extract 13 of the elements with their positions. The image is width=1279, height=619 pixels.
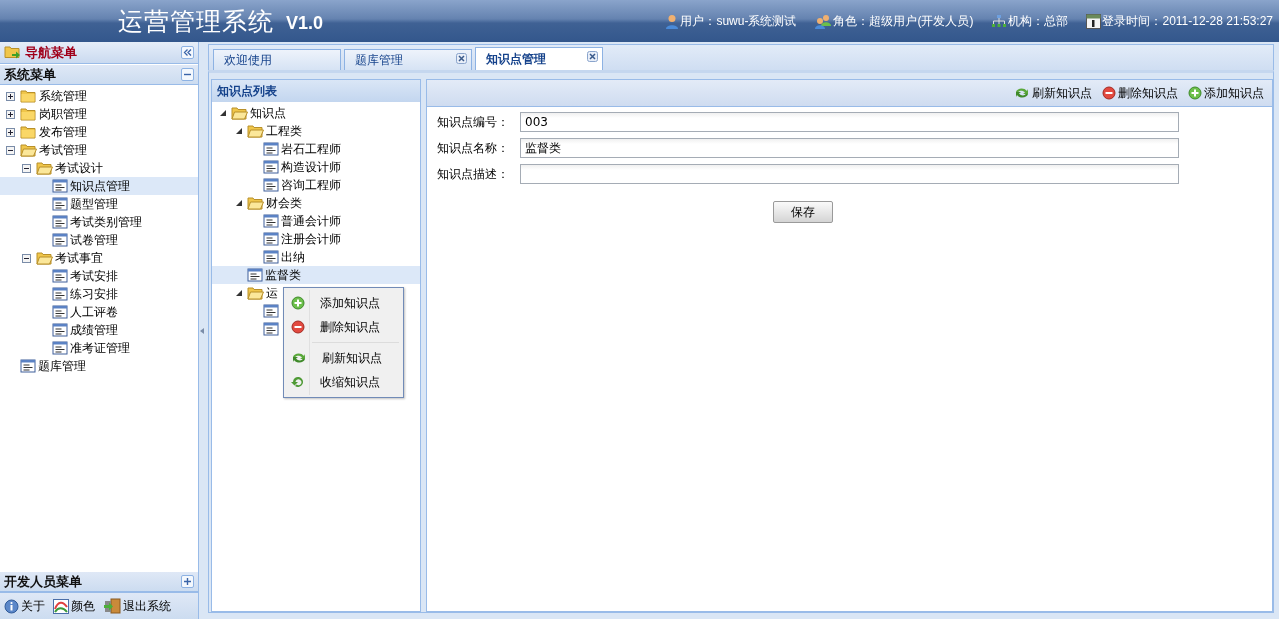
app-title: 运营管理系统	[118, 5, 274, 38]
section-title: 开发人员菜单	[4, 572, 82, 591]
app-version: V1.0	[286, 13, 324, 34]
field-label: 知识点编号：	[437, 113, 510, 131]
header-info: 登录时间：2011-12-28 21:53:27	[1102, 12, 1273, 30]
header-info: 机构：总部	[1008, 12, 1069, 30]
header-info: 用户：suwu-系统测试	[680, 12, 797, 30]
header-info: 角色：超级用户(开发人员)	[833, 12, 974, 30]
panel-title: 导航菜单	[25, 43, 77, 62]
field-label: 知识点名称：	[437, 139, 510, 157]
panel-title: 知识点列表	[217, 82, 277, 100]
section-title: 系统菜单	[4, 65, 56, 84]
field-label: 知识点描述：	[437, 165, 510, 183]
